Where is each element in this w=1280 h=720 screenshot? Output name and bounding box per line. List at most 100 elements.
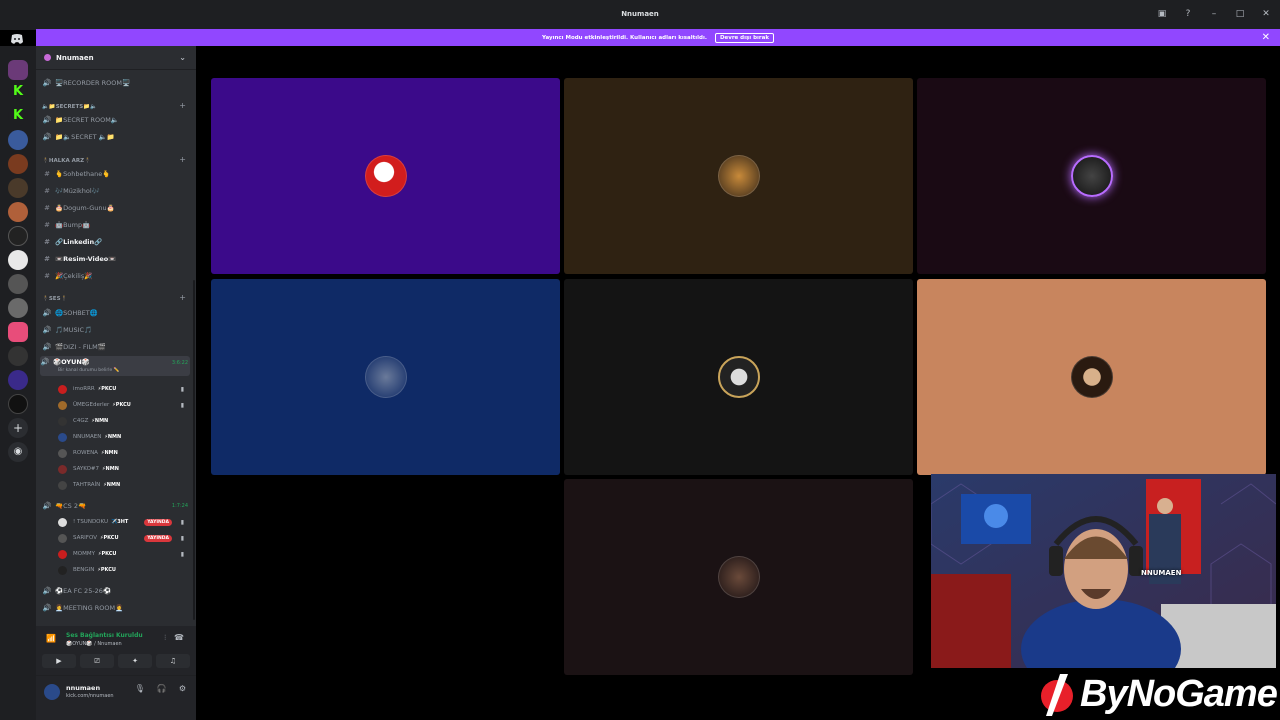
username[interactable]: nnumaen <box>66 684 100 692</box>
add-server-icon[interactable]: + <box>8 418 28 438</box>
channel-secret[interactable]: 🔊 📁🔈SECRET 🔈📁 <box>42 130 115 144</box>
server-icon[interactable] <box>8 370 28 390</box>
server-icon[interactable] <box>8 322 28 342</box>
channel-label: 🤖Bump🤖 <box>55 221 91 229</box>
channel-cekilis[interactable]: # 🎉Çekiliş🎉 <box>42 269 92 283</box>
category-halka-arz[interactable]: 🕴️HALKA ARZ🕴️ <box>42 154 91 168</box>
add-channel-icon[interactable]: + <box>179 101 186 110</box>
video-tile[interactable] <box>564 78 913 274</box>
channel-bump[interactable]: # 🤖Bump🤖 <box>42 218 90 232</box>
close-banner-icon[interactable]: ✕ <box>1262 32 1270 43</box>
server-avatar-icon <box>44 54 51 61</box>
voice-user[interactable]: C4GZ ⚡NMN <box>58 414 188 428</box>
server-icon[interactable] <box>8 202 28 222</box>
minimize-button[interactable]: – <box>1208 8 1220 20</box>
participant-avatar <box>364 356 407 398</box>
inbox-icon[interactable]: ▣ <box>1156 8 1168 20</box>
server-icon[interactable] <box>8 346 28 366</box>
channel-oyun-active[interactable]: 🔊 🎲OYUN🎲 <box>40 356 190 376</box>
maximize-button[interactable]: □ <box>1234 8 1246 20</box>
channel-cs2[interactable]: 🔊 🔫CS 2🔫 <box>42 499 86 513</box>
voice-user-name: ! TSUNDOKU <box>73 519 108 525</box>
camera-icon: ▮ <box>180 401 184 409</box>
video-tile[interactable] <box>564 479 913 675</box>
explore-icon[interactable]: ◉ <box>8 442 28 462</box>
voice-user[interactable]: imoRRR ⚡PKCU ▮ <box>58 382 188 396</box>
voice-user[interactable]: SARIFOV ⚡PKCU YAYINDA ▮ <box>58 531 188 545</box>
channel-dogum-gunu[interactable]: # 🎂Dogum-Gunu🎂 <box>42 201 115 215</box>
channel-list: 🔊 🖥️RECORDER ROOM🖥️ 🔈📁SECRETS📁🔈 + 🔊 📁SECRE… <box>36 70 196 622</box>
voice-user[interactable]: ÜMEGEderler ⚡PKCU ▮ <box>58 398 188 412</box>
channel-recorder-room[interactable]: 🔊 🖥️RECORDER ROOM🖥️ <box>42 76 130 90</box>
add-channel-icon[interactable]: + <box>179 155 186 164</box>
video-tile[interactable] <box>564 279 913 475</box>
channel-label: 🫰Sohbethane🫰 <box>55 170 111 178</box>
server-icon[interactable] <box>8 298 28 318</box>
voice-user-tag: ⚡NMN <box>104 434 122 440</box>
kick-server-icon[interactable]: K <box>8 106 28 126</box>
channel-dizi-film[interactable]: 🔊 🎬DIZI - FILM🎬 <box>42 340 106 354</box>
channel-sohbet[interactable]: 🔊 🌐SOHBET🌐 <box>42 306 98 320</box>
video-tile[interactable] <box>917 279 1266 475</box>
voice-user[interactable]: MOMMY ⚡PKCU ▮ <box>58 547 188 561</box>
disable-streamer-mode-button[interactable]: Devre dışı bırak <box>714 32 774 43</box>
streamer-mode-banner: Yayıncı Modu etkinleştirildi. Kullanıcı … <box>36 29 1280 46</box>
category-ses[interactable]: 🕴️SES🕴️ <box>42 292 67 306</box>
screen-share-button[interactable]: ⎚ <box>80 654 114 668</box>
video-tile[interactable] <box>211 279 560 475</box>
server-icon[interactable] <box>8 178 28 198</box>
hash-icon: # <box>44 187 50 195</box>
participant-avatar <box>1070 356 1113 398</box>
avatar <box>58 533 67 543</box>
server-icon[interactable] <box>8 60 28 80</box>
channel-ea-fc[interactable]: 🔊 ⚽EA FC 25-26⚽ <box>42 584 111 598</box>
server-icon[interactable] <box>8 274 28 294</box>
microphone-icon[interactable]: 🎙 <box>135 684 145 693</box>
channel-muzikhol[interactable]: # 🎶Müzikhol🎶 <box>42 184 100 198</box>
sidebar-scrollbar[interactable] <box>193 280 195 620</box>
discord-logo-icon[interactable] <box>10 34 26 46</box>
speaker-icon: 🔊 <box>42 116 52 124</box>
close-window-button[interactable]: ✕ <box>1260 8 1272 20</box>
video-tile[interactable] <box>211 78 560 274</box>
channel-meeting-room[interactable]: 🔊 👩‍💼MEETING ROOM👩‍💼 <box>42 601 124 615</box>
kick-server-icon[interactable]: K <box>8 82 28 102</box>
voice-user[interactable]: TAHTRAİN ⚡NMN <box>58 478 188 492</box>
server-icon[interactable] <box>8 154 28 174</box>
channel-resim-video[interactable]: # 📼Resim-Video📼 <box>42 252 116 266</box>
avatar <box>58 384 67 394</box>
voice-user[interactable]: ROWENA ⚡NMN <box>58 446 188 460</box>
server-icon[interactable] <box>8 130 28 150</box>
voice-channel[interactable]: 🎲OYUN🎲 / Nnumaen <box>66 641 122 647</box>
server-name: Nnumaen <box>56 53 94 62</box>
channel-sohbethane[interactable]: # 🫰Sohbethane🫰 <box>42 167 110 181</box>
voice-user[interactable]: ! TSUNDOKU ✈️3HT YAYINDA ▮ <box>58 515 188 529</box>
activities-button[interactable]: ✦ <box>118 654 152 668</box>
noise-suppression-icon[interactable]: ⫶ <box>164 634 166 643</box>
channel-label: 🎂Dogum-Gunu🎂 <box>55 204 115 212</box>
server-icon[interactable] <box>8 394 28 414</box>
soundboard-button[interactable]: ♫ <box>156 654 190 668</box>
voice-user[interactable]: NNUMAEN ⚡NMN <box>58 430 188 444</box>
server-icon[interactable] <box>8 226 28 246</box>
avatar <box>58 480 67 490</box>
chevron-down-icon[interactable]: ⌄ <box>179 53 186 62</box>
camera-button[interactable]: ▶ <box>42 654 76 668</box>
help-icon[interactable]: ? <box>1182 8 1194 20</box>
channel-secret-room[interactable]: 🔊 📁SECRET ROOM🔈 <box>42 113 119 127</box>
channel-music[interactable]: 🔊 🎵MUSIC🎵 <box>42 323 93 337</box>
add-channel-icon[interactable]: + <box>179 293 186 302</box>
channel-linkedin[interactable]: # 🔗Linkedin🔗 <box>42 235 102 249</box>
channel-status-prompt[interactable]: Bir kanal durumu belirle ✏️ <box>58 368 119 373</box>
category-secrets[interactable]: 🔈📁SECRETS📁🔈 <box>42 100 97 114</box>
voice-user[interactable]: SAYKO#7 ⚡NMN <box>58 462 188 476</box>
avatar[interactable] <box>44 684 60 700</box>
server-header[interactable]: Nnumaen ⌄ <box>36 46 196 70</box>
server-icon[interactable] <box>8 250 28 270</box>
headphones-icon[interactable]: 🎧 <box>157 684 167 693</box>
video-tile[interactable] <box>917 78 1266 274</box>
disconnect-icon[interactable]: ☎ <box>174 633 184 642</box>
voice-user[interactable]: BENGIN ⚡PKCU <box>58 563 188 577</box>
gear-icon[interactable]: ⚙ <box>179 684 186 693</box>
webcam-feed-image <box>931 474 1276 668</box>
